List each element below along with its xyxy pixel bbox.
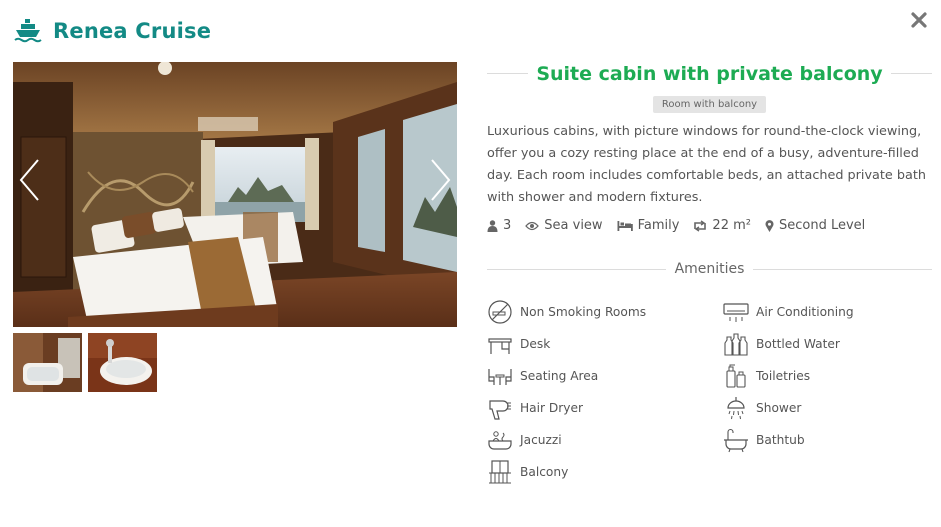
amenity-shower: Shower bbox=[723, 394, 801, 422]
amenity-label: Shower bbox=[756, 401, 802, 415]
user-icon bbox=[487, 219, 498, 232]
amenity-label: Bathtub bbox=[756, 433, 805, 447]
amenity-toiletries: Toiletries bbox=[723, 362, 810, 390]
amenity-label: Hair Dryer bbox=[520, 401, 584, 415]
eye-icon bbox=[525, 221, 540, 230]
spec-guests-value: 3 bbox=[503, 218, 512, 233]
amenity-bottled-water: Bottled Water bbox=[723, 330, 840, 358]
amenity-label: Air Conditioning bbox=[756, 305, 854, 319]
amenity-hair-dryer: Hair Dryer bbox=[487, 394, 583, 422]
close-icon[interactable] bbox=[909, 10, 929, 30]
amenity-balcony: Balcony bbox=[487, 458, 568, 486]
amenity-label: Seating Area bbox=[520, 369, 599, 383]
amenity-label: Toiletries bbox=[756, 369, 811, 383]
spec-bed: Family bbox=[617, 218, 680, 233]
desk-icon bbox=[488, 338, 512, 354]
resize-icon bbox=[694, 219, 707, 232]
spec-bed-value: Family bbox=[637, 218, 680, 233]
room-type-badge: Room with balcony bbox=[652, 96, 767, 113]
amenity-desk: Desk bbox=[487, 330, 550, 358]
room-details: Suite cabin with private balcony Room wi… bbox=[487, 60, 933, 279]
amenities-heading: Amenities bbox=[674, 261, 745, 277]
previous-photo-arrow-icon[interactable] bbox=[16, 157, 44, 203]
divider bbox=[487, 268, 666, 270]
room-specs: 3 Sea view Family 22 m² Second Level bbox=[487, 218, 932, 233]
divider bbox=[890, 73, 932, 74]
next-photo-arrow-icon[interactable] bbox=[426, 157, 454, 203]
room-description: Luxurious cabins, with picture windows f… bbox=[487, 124, 926, 205]
amenity-jacuzzi: Jacuzzi bbox=[487, 426, 562, 454]
shower-icon bbox=[727, 397, 745, 420]
brand-name: Renea Cruise bbox=[53, 19, 212, 43]
amenity-label: Non Smoking Rooms bbox=[520, 305, 647, 319]
amenity-seating-area: Seating Area bbox=[487, 362, 598, 390]
bed-icon bbox=[617, 221, 633, 231]
room-title-row: Suite cabin with private balcony bbox=[487, 60, 932, 87]
spec-size-value: 22 m² bbox=[712, 218, 751, 233]
amenity-air-conditioning: Air Conditioning bbox=[723, 298, 854, 326]
amenity-label: Desk bbox=[520, 337, 551, 351]
photo-thumbnail-jacuzzi[interactable] bbox=[88, 333, 157, 392]
amenity-label: Jacuzzi bbox=[520, 433, 562, 447]
divider bbox=[753, 268, 933, 270]
spec-view: Sea view bbox=[525, 218, 603, 233]
map-marker-icon bbox=[765, 219, 774, 232]
toiletries-icon bbox=[726, 364, 746, 388]
room-title: Suite cabin with private balcony bbox=[536, 62, 883, 85]
hair-dryer-icon bbox=[489, 400, 511, 420]
amenity-label: Balcony bbox=[520, 465, 569, 479]
jacuzzi-icon bbox=[488, 431, 512, 450]
bathtub-icon bbox=[724, 428, 748, 453]
spec-view-value: Sea view bbox=[544, 218, 603, 233]
seating-area-icon bbox=[488, 369, 512, 385]
divider bbox=[487, 73, 529, 74]
spec-size: 22 m² bbox=[693, 218, 751, 233]
amenity-bathtub: Bathtub bbox=[723, 426, 805, 454]
balcony-icon bbox=[489, 460, 511, 484]
bottled-water-icon bbox=[724, 333, 748, 356]
no-smoking-icon bbox=[488, 300, 512, 324]
amenity-label: Bottled Water bbox=[756, 337, 840, 351]
spec-level: Second Level bbox=[765, 218, 865, 233]
photo-thumbnail-bathroom[interactable] bbox=[13, 333, 82, 392]
cruise-ship-icon bbox=[14, 19, 42, 43]
header: Renea Cruise bbox=[14, 14, 211, 48]
amenity-non-smoking: Non Smoking Rooms bbox=[487, 298, 646, 326]
spec-guests: 3 bbox=[487, 218, 511, 233]
amenities-heading-row: Amenities bbox=[487, 259, 933, 279]
room-photo bbox=[13, 62, 457, 327]
air-conditioner-icon bbox=[723, 303, 749, 322]
spec-level-value: Second Level bbox=[778, 218, 866, 233]
